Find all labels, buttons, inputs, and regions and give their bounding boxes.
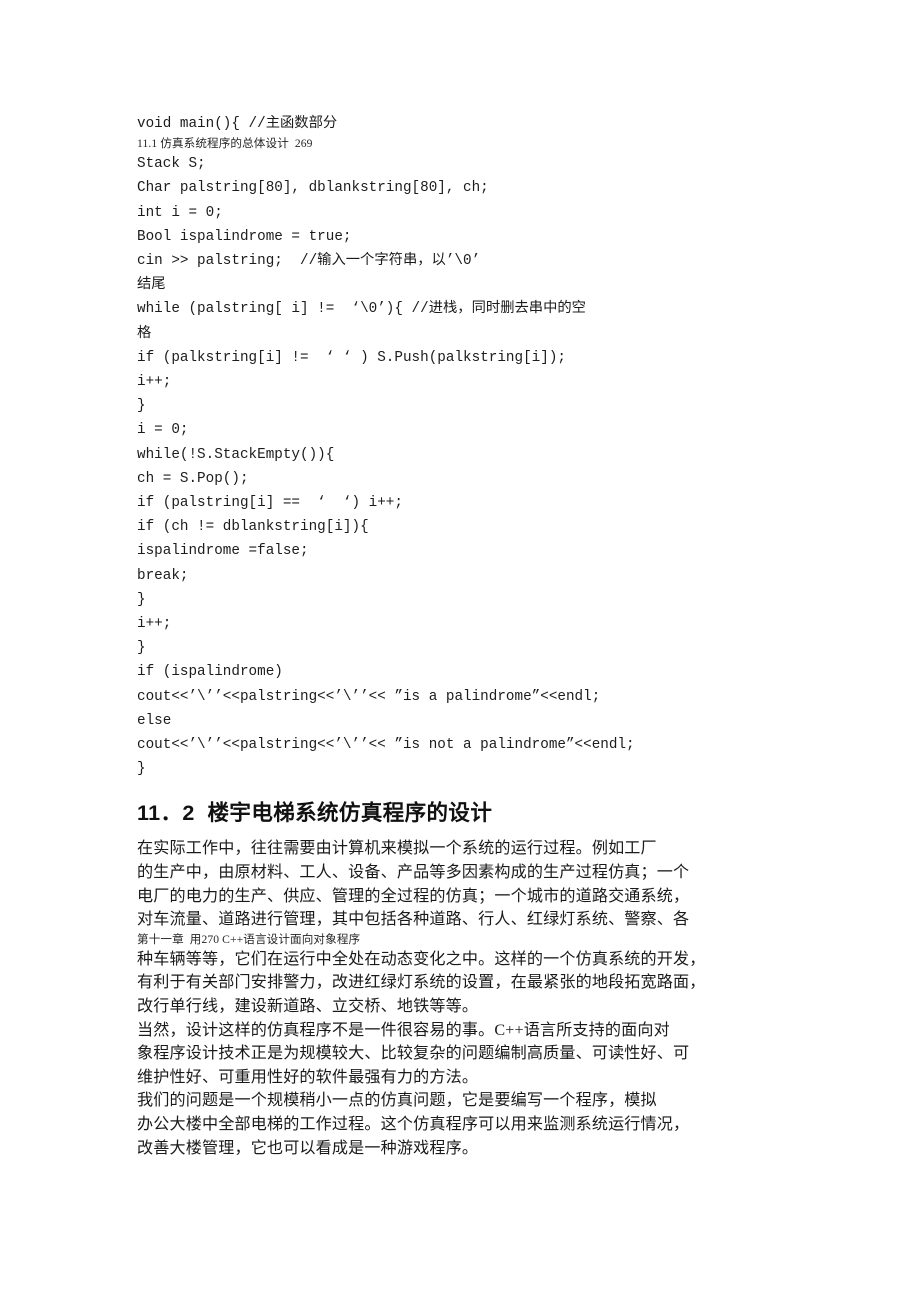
paragraph-3: 当然，设计这样的仿真程序不是一件很容易的事。C++语言所支持的面向对 象程序设计… [137, 1019, 749, 1090]
code-line: cin >> palstring; //输入一个字符串，以’\0’ [137, 253, 481, 270]
running-header-artifact-top: 11.1 仿真系统程序的总体设计 269 [137, 137, 313, 151]
body-line: 电厂的电力的生产、供应、管理的全过程的仿真；一个城市的道路交通系统， [137, 887, 690, 905]
paragraph-2: 种车辆等等，它们在运行中全处在动态变化之中。这样的一个仿真系统的开发， 有利于有… [137, 948, 749, 1019]
code-line: if (ch != dblankstring[i]){ [137, 519, 369, 536]
code-line: ispalindrome =false; [137, 543, 309, 560]
code-line: i++; [137, 374, 172, 391]
code-line: if (palkstring[i] != ‘ ‘ ) S.Push(palkst… [137, 349, 566, 366]
running-header-artifact-mid: 第十一章 用270 C++语言设计面向对象程序 [137, 932, 361, 946]
code-line: } [137, 761, 146, 778]
body-line: 的生产中，由原材料、工人、设备、产品等多因素构成的生产过程仿真；一个 [137, 864, 690, 882]
code-line: 结尾 [137, 277, 166, 294]
paragraph-1: 在实际工作中，往往需要由计算机来模拟一个系统的运行过程。例如工厂 的生产中，由原… [137, 837, 749, 931]
code-line: Char palstring[80], dblankstring[80], ch… [137, 180, 489, 197]
code-listing: void main(){ //主函数部分 11.1 仿真系统程序的总体设计 26… [137, 112, 749, 781]
code-line: else [137, 712, 172, 729]
body-line: 我们的问题是一个规模稍小一点的仿真问题，它是要编写一个程序，模拟 [137, 1092, 657, 1110]
page-content-column: void main(){ //主函数部分 11.1 仿真系统程序的总体设计 26… [137, 112, 749, 1160]
code-line: } [137, 398, 146, 415]
code-line: Stack S; [137, 156, 206, 173]
code-line: while(!S.StackEmpty()){ [137, 446, 335, 463]
paragraph-4: 我们的问题是一个规模稍小一点的仿真问题，它是要编写一个程序，模拟 办公大楼中全部… [137, 1089, 749, 1160]
code-line: 格 [137, 325, 152, 342]
body-line: 办公大楼中全部电梯的工作过程。这个仿真程序可以用来监测系统运行情况， [137, 1116, 690, 1134]
code-line: cout<<’\’’<<palstring<<’\’’<< ”is not a … [137, 737, 635, 754]
body-line: 改善大楼管理，它也可以看成是一种游戏程序。 [137, 1139, 479, 1157]
code-line: } [137, 591, 146, 608]
document-page: void main(){ //主函数部分 11.1 仿真系统程序的总体设计 26… [0, 0, 920, 1302]
code-line: ch = S.Pop(); [137, 470, 249, 487]
code-line: void main(){ //主函数部分 [137, 116, 338, 132]
page-title: 11．2 楼宇电梯系统仿真程序的设计 [137, 801, 493, 826]
body-line: 有利于有关部门安排警力，改进红绿灯系统的设置，在最紧张的地段拓宽路面， [137, 974, 706, 992]
code-line: if (palstring[i] == ‘ ‘) i++; [137, 495, 403, 512]
code-line: break; [137, 567, 189, 584]
code-line: } [137, 640, 146, 657]
body-line: 象程序设计技术正是为规模较大、比较复杂的问题编制高质量、可读性好、可 [137, 1045, 690, 1063]
code-line: Bool ispalindrome = true; [137, 228, 352, 245]
body-line: 维护性好、可重用性好的软件最强有力的方法。 [137, 1068, 479, 1086]
body-line: 种车辆等等，它们在运行中全处在动态变化之中。这样的一个仿真系统的开发， [137, 950, 706, 968]
body-line: 对车流量、道路进行管理，其中包括各种道路、行人、红绿灯系统、警察、各 [137, 911, 690, 929]
code-line: while (palstring[ i] != ‘\0’){ //进栈，同时删去… [137, 301, 586, 318]
body-line: 在实际工作中，往往需要由计算机来模拟一个系统的运行过程。例如工厂 [137, 840, 657, 858]
body-line: 改行单行线，建设新道路、立交桥、地铁等等。 [137, 998, 479, 1016]
body-line: 当然，设计这样的仿真程序不是一件很容易的事。C++语言所支持的面向对 [137, 1021, 670, 1039]
code-line: i = 0; [137, 422, 189, 439]
code-line: if (ispalindrome) [137, 664, 283, 681]
code-line: int i = 0; [137, 204, 223, 221]
code-line: cout<<’\’’<<palstring<<’\’’<< ”is a pali… [137, 688, 601, 705]
code-line: i++; [137, 616, 172, 633]
